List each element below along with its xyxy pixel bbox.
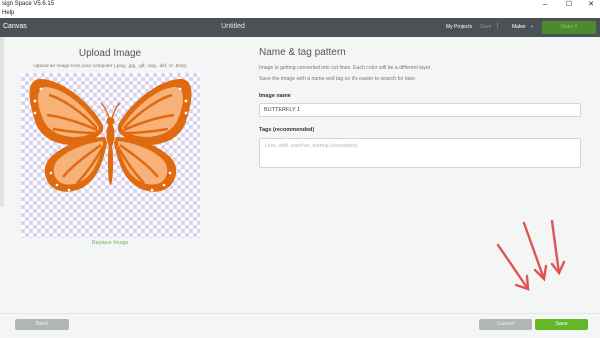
tags-label: Tags (recommended) xyxy=(259,127,315,133)
menu-help[interactable]: Help xyxy=(2,10,14,16)
app-window: sign Space V5.6.15 – ☐ ✕ Help Canvas Unt… xyxy=(0,0,600,338)
footer-divider xyxy=(0,313,600,314)
image-preview xyxy=(21,73,200,238)
chevron-down-icon[interactable]: ⌄ xyxy=(530,23,534,29)
machine-select[interactable]: Maker xyxy=(512,24,526,30)
conversion-info-text: Image is getting converted into cut line… xyxy=(259,65,432,71)
app-header: Canvas Untitled My Projects Save | Maker… xyxy=(0,18,600,37)
butterfly-image xyxy=(29,78,192,192)
header-save-link[interactable]: Save xyxy=(480,24,491,30)
name-tag-title: Name & tag pattern xyxy=(259,47,346,58)
project-title: Untitled xyxy=(221,23,245,30)
image-name-field[interactable] xyxy=(259,103,581,117)
replace-image-link[interactable]: Replace Image xyxy=(20,240,200,246)
save-hint-text: Save the image with a name and tag so it… xyxy=(259,76,417,82)
left-scroll-edge xyxy=(0,37,4,207)
back-button[interactable]: Back xyxy=(15,319,69,330)
my-projects-link[interactable]: My Projects xyxy=(446,24,472,30)
make-it-button[interactable]: Make It xyxy=(542,21,596,34)
cancel-button[interactable]: Cancel xyxy=(479,319,532,330)
os-title-bar: sign Space V5.6.15 – ☐ ✕ xyxy=(0,0,600,9)
image-name-label: Image name xyxy=(259,93,291,99)
tags-field[interactable] xyxy=(259,138,581,168)
header-separator: | xyxy=(497,23,499,29)
close-window-button[interactable]: ✕ xyxy=(586,0,596,9)
upload-title: Upload Image xyxy=(78,48,142,59)
window-title: sign Space V5.6.15 xyxy=(2,1,55,7)
menu-bar: Help xyxy=(0,9,600,18)
minimize-button[interactable]: – xyxy=(540,0,550,9)
save-button[interactable]: Save xyxy=(535,319,588,330)
annotation-arrows xyxy=(496,219,566,291)
maximize-button[interactable]: ☐ xyxy=(564,0,574,9)
upload-subtitle: Upload an image from your computer (.png… xyxy=(33,64,187,69)
